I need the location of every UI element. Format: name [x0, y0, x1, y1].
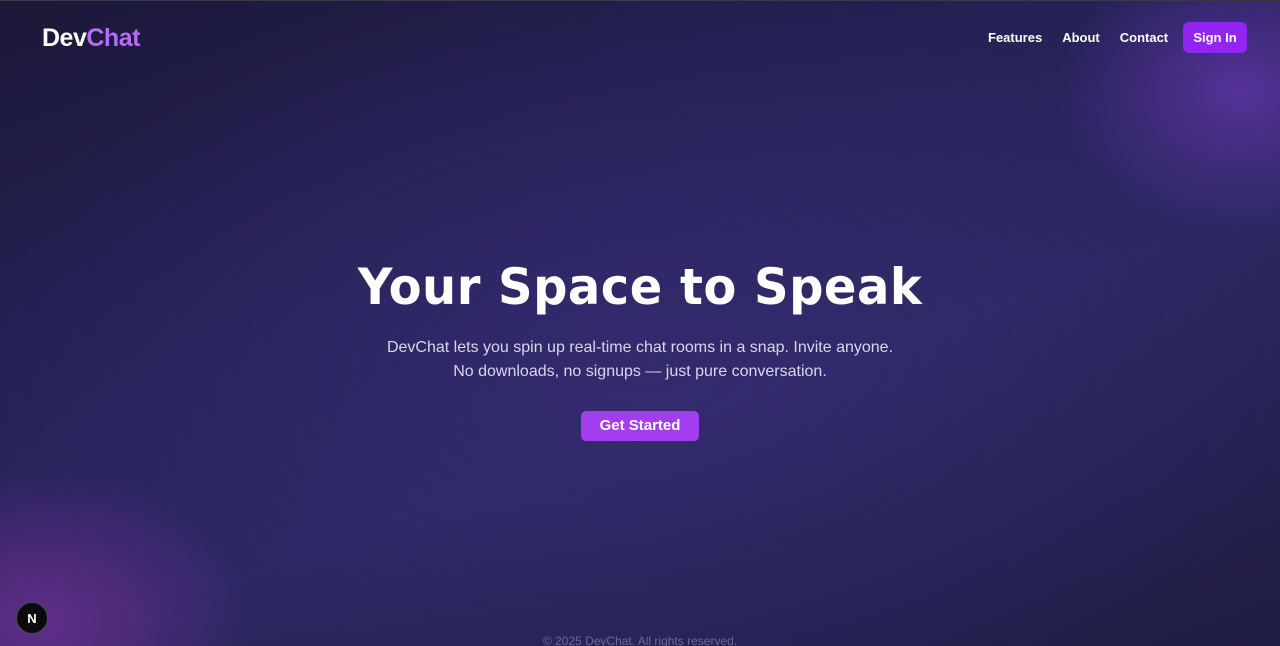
- nav-link-features[interactable]: Features: [988, 29, 1042, 47]
- hero-section: Your Space to Speak DevChat lets you spi…: [0, 257, 1280, 441]
- hero-subtitle: DevChat lets you spin up real-time chat …: [386, 339, 894, 380]
- nav-links: Features About Contact: [988, 29, 1168, 47]
- brand-logo[interactable]: DevChat: [42, 23, 140, 53]
- brand-logo-dev: Dev: [42, 24, 87, 52]
- top-navbar: DevChat Features About Contact Sign In: [0, 1, 1280, 75]
- dev-badge-label: N: [27, 610, 37, 626]
- footer-copyright: © 2025 DevChat. All rights reserved.: [542, 634, 738, 646]
- brand-logo-chat: Chat: [86, 24, 140, 52]
- nav-link-about[interactable]: About: [1062, 29, 1100, 47]
- sign-in-button[interactable]: Sign In: [1183, 22, 1247, 53]
- hero-title: Your Space to Speak: [357, 258, 923, 316]
- nav-link-contact[interactable]: Contact: [1120, 29, 1168, 47]
- nextjs-icon[interactable]: N: [16, 602, 48, 634]
- get-started-button[interactable]: Get Started: [581, 411, 699, 441]
